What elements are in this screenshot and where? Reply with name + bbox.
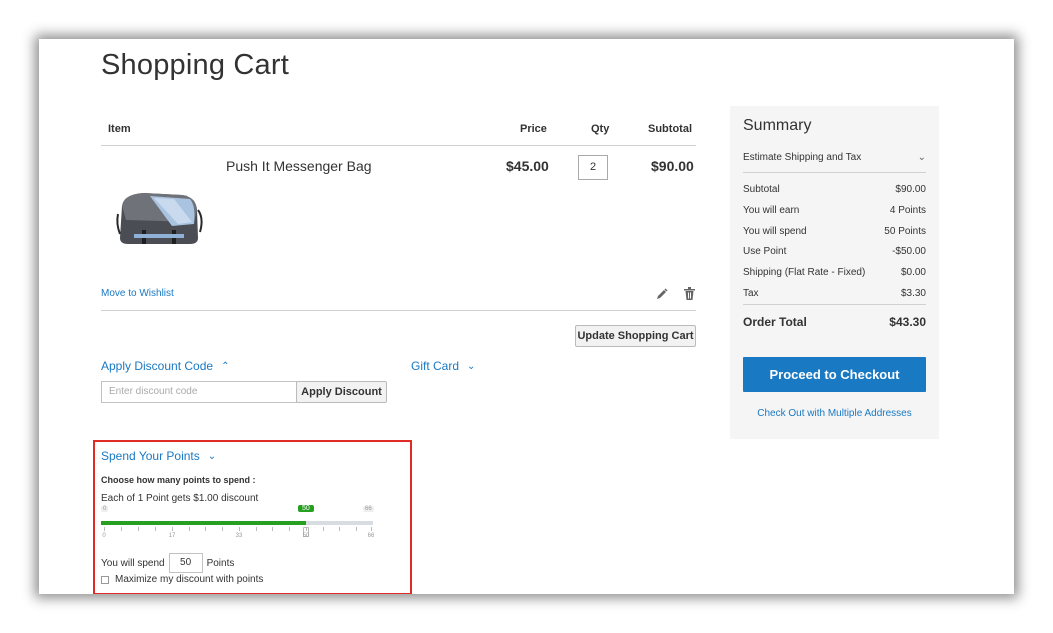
update-shopping-cart-button[interactable]: Update Shopping Cart (575, 325, 696, 347)
estimate-shipping-toggle[interactable]: Estimate Shipping and Tax ⌄ (743, 152, 926, 163)
slider-tick-label: 66 (367, 533, 375, 539)
summary-title: Summary (743, 117, 812, 134)
divider (743, 304, 926, 305)
column-header-item: Item (108, 123, 131, 135)
slider-tick (339, 527, 340, 531)
summary-row: Tax $3.30 (743, 288, 926, 299)
summary-row-label: Subtotal (743, 184, 780, 195)
apply-discount-button[interactable]: Apply Discount (296, 381, 387, 403)
move-to-wishlist-link[interactable]: Move to Wishlist (101, 288, 174, 299)
slider-value-badge: 50 (298, 505, 314, 512)
summary-row-label: Use Point (743, 246, 787, 257)
slider-tick-label: 33 (235, 533, 243, 539)
slider-tick (104, 527, 105, 531)
proceed-to-checkout-button[interactable]: Proceed to Checkout (743, 357, 926, 392)
slider-max-label: 66 (363, 506, 374, 512)
spend-points-row: You will spend 50 Points (101, 553, 234, 573)
gift-card-title: Gift Card (411, 359, 460, 373)
slider-tick-label: 50 (302, 533, 310, 539)
spend-suffix: Points (206, 557, 235, 569)
chevron-down-icon: ⌄ (207, 450, 217, 462)
summary-row: Shipping (Flat Rate - Fixed) $0.00 (743, 267, 926, 278)
slider-tick (205, 527, 206, 531)
chevron-down-icon: ⌄ (467, 360, 476, 372)
slider-tick (371, 527, 372, 531)
product-image[interactable] (114, 184, 204, 254)
slider-tick (323, 527, 324, 531)
column-header-qty: Qty (591, 123, 610, 135)
column-header-price: Price (520, 123, 547, 135)
spend-points-title: Spend Your Points (101, 449, 200, 463)
summary-row-label: You will earn (743, 205, 800, 216)
summary-row: You will earn 4 Points (743, 205, 926, 216)
slider-scale: 0 17 33 50 66 (101, 527, 375, 541)
slider-tick (306, 527, 307, 531)
edit-icon[interactable] (656, 287, 668, 305)
maximize-discount-checkbox[interactable] (101, 575, 109, 584)
choose-points-label: Choose how many points to spend : (101, 475, 256, 485)
slider-tick (356, 527, 357, 531)
slider-tick (272, 527, 273, 531)
slider-tick (138, 527, 139, 531)
maximize-discount-row: Maximize my discount with points (101, 574, 263, 585)
chevron-up-icon: ⌃ (221, 360, 230, 372)
summary-row-label: Tax (743, 288, 759, 299)
page-title: Shopping Cart (101, 49, 289, 81)
slider-tick (189, 527, 190, 531)
order-total-row: Order Total $43.30 (743, 315, 926, 329)
discount-toggle[interactable]: Apply Discount Code ⌃ (101, 359, 229, 373)
divider (101, 310, 696, 311)
multi-address-checkout-link[interactable]: Check Out with Multiple Addresses (730, 408, 939, 419)
page-frame: Shopping Cart Item Price Qty Subtotal Pu… (39, 39, 1014, 594)
discount-title: Apply Discount Code (101, 359, 214, 373)
points-slider[interactable]: 0 50 66 0 17 33 50 66 (101, 505, 376, 545)
slider-tick (222, 527, 223, 531)
product-name-link[interactable]: Push It Messenger Bag (226, 158, 372, 174)
trash-icon[interactable] (684, 287, 695, 305)
order-total-label: Order Total (743, 315, 807, 329)
summary-row-label: Shipping (Flat Rate - Fixed) (743, 267, 866, 278)
summary-row-value: $0.00 (900, 267, 926, 278)
summary-row: Use Point -$50.00 (743, 246, 926, 257)
slider-tick (289, 527, 290, 531)
order-summary: Summary Estimate Shipping and Tax ⌄ Subt… (730, 106, 939, 439)
item-price: $45.00 (506, 158, 549, 174)
summary-row: You will spend 50 Points (743, 226, 926, 237)
divider (743, 172, 926, 173)
spend-prefix: You will spend (101, 557, 165, 569)
order-total-value: $43.30 (889, 315, 926, 329)
gift-card-toggle[interactable]: Gift Card ⌄ (411, 359, 475, 373)
discount-code-input[interactable]: Enter discount code (101, 381, 297, 403)
summary-row-value: 50 Points (884, 226, 926, 237)
summary-row-label: You will spend (743, 226, 807, 237)
item-subtotal: $90.00 (651, 158, 694, 174)
column-header-subtotal: Subtotal (648, 123, 692, 135)
spend-points-toggle[interactable]: Spend Your Points ⌄ (101, 449, 216, 463)
slider-fill (101, 521, 306, 525)
summary-row-value: $90.00 (895, 184, 926, 195)
slider-tick-label: 0 (102, 533, 106, 539)
divider (101, 145, 696, 146)
chevron-down-icon: ⌄ (917, 152, 926, 163)
qty-input[interactable]: 2 (578, 155, 608, 180)
slider-min-label: 0 (101, 506, 109, 512)
estimate-shipping-label: Estimate Shipping and Tax (743, 152, 862, 163)
spend-points-input[interactable]: 50 (168, 553, 203, 573)
slider-tick (155, 527, 156, 531)
summary-row-value: -$50.00 (892, 246, 926, 257)
summary-row: Subtotal $90.00 (743, 184, 926, 195)
summary-row-value: $3.30 (900, 288, 926, 299)
summary-row-value: 4 Points (889, 205, 926, 216)
slider-tick-label: 17 (168, 533, 176, 539)
points-rate-text: Each of 1 Point gets $1.00 discount (101, 493, 259, 504)
slider-tick (172, 527, 173, 531)
slider-tick (121, 527, 122, 531)
slider-tick (256, 527, 257, 531)
slider-tick (239, 527, 240, 531)
maximize-discount-label[interactable]: Maximize my discount with points (115, 574, 263, 585)
